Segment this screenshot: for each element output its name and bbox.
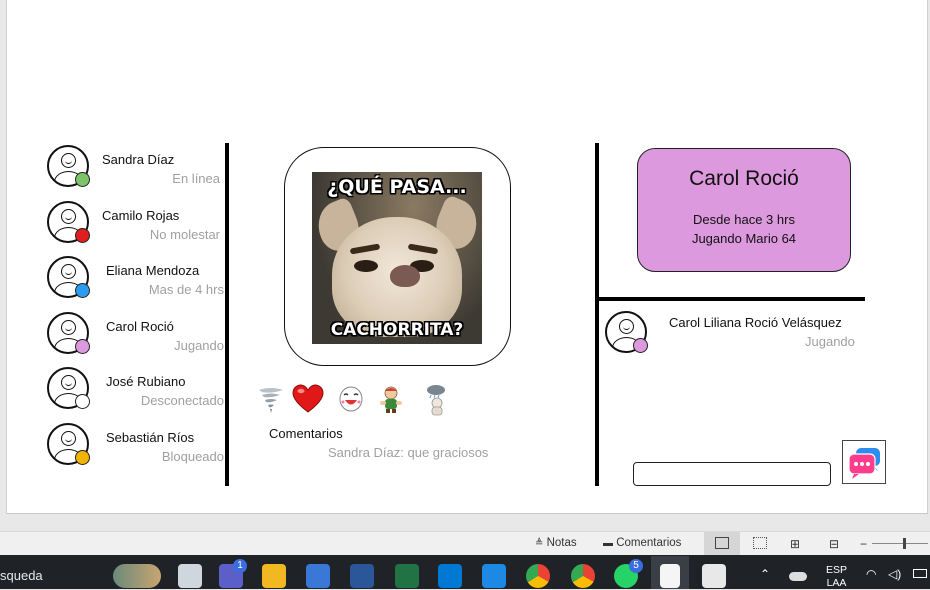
contact-status: Jugando: [174, 338, 224, 353]
file-explorer-icon[interactable]: [262, 564, 286, 588]
store-icon[interactable]: [306, 564, 330, 588]
chat-contact-status: Jugando: [805, 334, 855, 349]
zoom-out-icon[interactable]: −: [860, 537, 867, 551]
contact-status: Bloqueado: [161, 449, 224, 464]
chrome-icon[interactable]: [526, 564, 550, 588]
chat-divider: [599, 297, 865, 301]
contact-item[interactable]: Eliana Mendoza Mas de 4 hrs: [47, 256, 224, 304]
contact-item[interactable]: Carol Roció Jugando: [47, 312, 224, 360]
battery-icon[interactable]: [913, 569, 927, 578]
contact-status: No molestar: [149, 227, 220, 242]
contact-item[interactable]: Sandra Díaz En línea: [47, 145, 222, 193]
volume-icon[interactable]: ◁): [888, 567, 901, 581]
notes-label: Notas: [546, 537, 577, 549]
chat-avatar: [605, 311, 655, 359]
comments-button[interactable]: ▬ Comentarios: [603, 537, 681, 549]
chevron-up-icon[interactable]: ⌃: [760, 567, 770, 581]
meme-bottom-text: CACHORRITA?: [330, 320, 464, 340]
divider-right: [595, 143, 599, 486]
normal-view-icon: [715, 537, 729, 549]
profile-name: Carol Roció: [689, 167, 799, 190]
heart-icon[interactable]: [292, 384, 324, 414]
taskbar: squeda 1 5 ⌃ ESP LAA ◠ ◁): [0, 555, 930, 589]
meme-top-text: ¿QUÉ PASA...: [327, 176, 467, 198]
status-dot: [75, 394, 90, 409]
task-view-icon[interactable]: [178, 564, 202, 588]
status-dot: [75, 283, 90, 298]
language-indicator[interactable]: ESP LAA: [826, 564, 847, 590]
contact-item[interactable]: José Rubiano Desconectado: [47, 367, 224, 415]
divider-left: [225, 143, 229, 486]
teams-badge: 1: [233, 559, 247, 573]
send-message-button[interactable]: [842, 440, 886, 484]
taskbar-search-text[interactable]: squeda: [0, 568, 43, 583]
tornado-icon[interactable]: [257, 384, 285, 414]
onedrive-icon[interactable]: [789, 572, 807, 581]
excel-icon[interactable]: [395, 564, 419, 588]
status-dot: [75, 172, 90, 187]
keyboard-layout: LAA: [826, 577, 847, 589]
profile-activity: Jugando Mario 64: [691, 231, 797, 246]
status-dot: [75, 228, 90, 243]
mail-icon[interactable]: [482, 564, 506, 588]
word-icon[interactable]: [350, 564, 374, 588]
contact-name: Sebastián Ríos: [106, 430, 195, 445]
contact-status: En línea: [172, 171, 220, 186]
zoom-slider[interactable]: [872, 543, 928, 544]
laughing-face-icon[interactable]: [337, 384, 365, 414]
wifi-icon[interactable]: ◠: [866, 567, 876, 581]
notes-icon: ≜: [535, 538, 544, 549]
chat-contact-name: Carol Liliana Roció Velásquez: [669, 315, 842, 330]
message-input[interactable]: [633, 462, 831, 486]
profile-card: Carol Roció Desde hace 3 hrs Jugando Mar…: [637, 148, 851, 272]
profile-since: Desde hace 3 hrs: [693, 212, 795, 227]
chrome-profile-icon[interactable]: [571, 564, 595, 588]
whatsapp-badge: 5: [629, 559, 643, 573]
meme-image[interactable]: ¿QUÉ PASA... CACHORRITA?: [312, 172, 482, 344]
contact-name: Eliana Mendoza: [106, 263, 200, 278]
normal-view-button[interactable]: [704, 532, 740, 555]
contact-item[interactable]: Camilo Rojas No molestar: [47, 201, 222, 249]
status-bar: ≜ Notas ▬ Comentarios ⊞ ⊟ −: [0, 531, 930, 555]
contact-name: Carol Roció: [106, 319, 174, 334]
comments-title: Comentarios: [269, 426, 343, 441]
vscode-icon[interactable]: [438, 564, 462, 588]
document-icon[interactable]: [660, 564, 680, 588]
comment-icon: ▬: [603, 538, 613, 549]
language-code: ESP: [826, 564, 848, 576]
contact-name: Camilo Rojas: [102, 208, 180, 223]
notes-button[interactable]: ≜ Notas: [535, 537, 577, 549]
contact-status: Mas de 4 hrs: [148, 282, 224, 297]
slideshow-icon[interactable]: ⊟: [829, 537, 839, 551]
comment-text: Sandra Díaz: que graciosos: [328, 445, 489, 460]
status-dot: [75, 339, 90, 354]
contact-name: Sandra Díaz: [102, 152, 175, 167]
character-icon[interactable]: [377, 384, 405, 414]
comments-label: Comentarios: [616, 537, 682, 549]
widgets-icon[interactable]: [113, 564, 161, 588]
status-dot: [633, 338, 648, 353]
snipping-tool-icon[interactable]: [702, 564, 726, 588]
rain-cloud-icon[interactable]: [423, 384, 451, 416]
chat-bubble-icon: [848, 448, 880, 479]
status-dot: [75, 450, 90, 465]
reading-view-icon[interactable]: ⊞: [790, 537, 800, 551]
contact-status: Desconectado: [140, 393, 224, 408]
zoom-slider-thumb[interactable]: [903, 538, 906, 549]
contact-item[interactable]: Sebastián Ríos Bloqueado: [47, 423, 224, 471]
slide-sorter-icon[interactable]: [753, 537, 767, 549]
contact-name: José Rubiano: [106, 374, 186, 389]
